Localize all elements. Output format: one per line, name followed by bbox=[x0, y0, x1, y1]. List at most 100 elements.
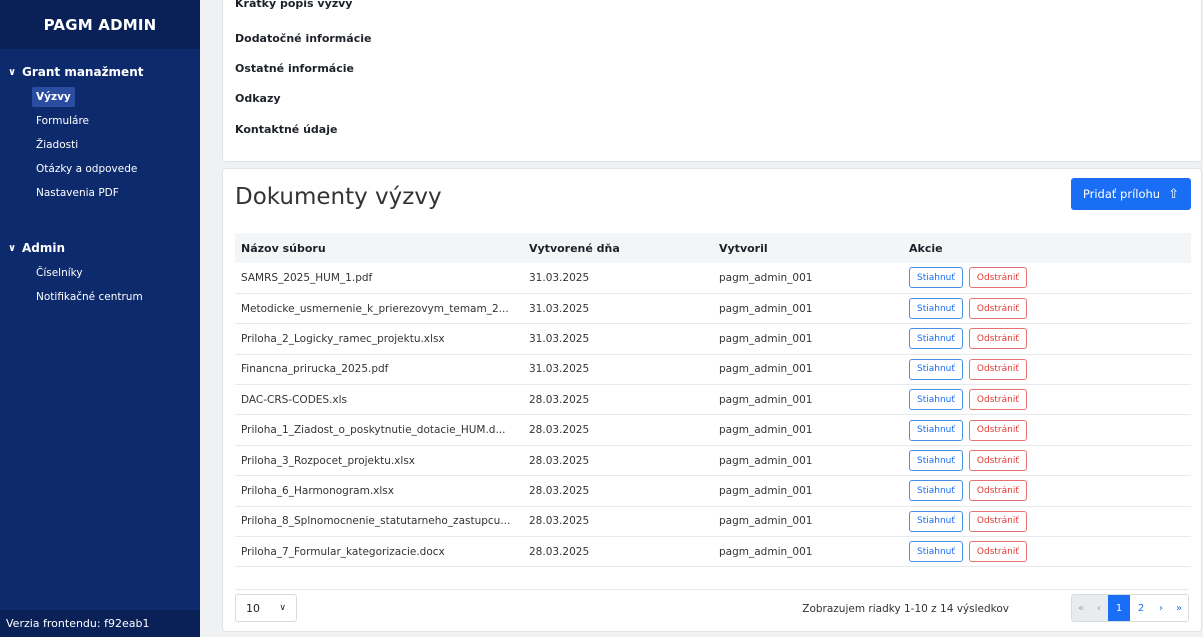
add-attachment-button[interactable]: Pridať prílohu ⇧ bbox=[1070, 178, 1191, 210]
cell-actions: Stiahnuť Odstrániť bbox=[903, 324, 1191, 354]
documents-title: Dokumenty výzvy bbox=[235, 184, 442, 210]
table-header-row: Názov súboru Vytvorené dňa Vytvoril Akci… bbox=[235, 233, 1191, 263]
cell-created: 28.03.2025 bbox=[529, 424, 590, 437]
sidebar-item-nastavenia-pdf[interactable]: Nastavenia PDF bbox=[0, 181, 200, 205]
cell-actions: Stiahnuť Odstrániť bbox=[903, 445, 1191, 475]
remove-button[interactable]: Odstrániť bbox=[968, 358, 1027, 380]
remove-button[interactable]: Odstrániť bbox=[968, 328, 1027, 350]
cell-author: pagm_admin_001 bbox=[719, 363, 813, 376]
sidebar-item-label: Nastavenia PDF bbox=[36, 187, 119, 199]
pagination-prev[interactable]: ‹ bbox=[1090, 595, 1108, 621]
sidebar-item-label: Notifikačné centrum bbox=[36, 291, 143, 303]
cell-created: 31.03.2025 bbox=[529, 363, 590, 376]
cell-actions: Stiahnuť Odstrániť bbox=[903, 476, 1191, 506]
sidebar-item-vyzvy[interactable]: Výzvy bbox=[0, 85, 200, 109]
sidebar: PAGM ADMIN ∨ Grant manažment Výzvy Formu… bbox=[0, 0, 200, 637]
sidebar-item-formulare[interactable]: Formuláre bbox=[0, 109, 200, 133]
nav-section-grant[interactable]: ∨ Grant manažment bbox=[0, 63, 200, 81]
cell-author: pagm_admin_001 bbox=[719, 393, 813, 406]
cell-actions: Stiahnuť Odstrániť bbox=[903, 293, 1191, 323]
documents-panel: Dokumenty výzvy Pridať prílohu ⇧ Názov s… bbox=[222, 168, 1202, 632]
info-links[interactable]: Odkazy bbox=[235, 92, 281, 105]
rows-info: Zobrazujem riadky 1-10 z 14 výsledkov bbox=[802, 603, 1009, 615]
remove-button[interactable]: Odstrániť bbox=[968, 267, 1027, 289]
info-other[interactable]: Ostatné informácie bbox=[235, 62, 354, 75]
pagination-first[interactable]: « bbox=[1072, 595, 1090, 621]
sidebar-item-label: Otázky a odpovede bbox=[36, 163, 138, 175]
cell-author: pagm_admin_001 bbox=[719, 484, 813, 497]
column-header-filename[interactable]: Názov súboru bbox=[235, 233, 523, 263]
table-row: Priloha_8_Splnomocnenie_statutarneho_zas… bbox=[235, 506, 1191, 537]
documents-table-body: SAMRS_2025_HUM_1.pdf 31.03.2025 pagm_admin… bbox=[235, 263, 1191, 567]
cell-author: pagm_admin_001 bbox=[719, 271, 813, 284]
nav-section-admin[interactable]: ∨ Admin bbox=[0, 239, 200, 257]
download-button[interactable]: Stiahnuť bbox=[909, 328, 963, 350]
page-size-value: 10 bbox=[246, 601, 260, 615]
chevron-down-icon: ∨ bbox=[8, 242, 17, 254]
download-button[interactable]: Stiahnuť bbox=[909, 389, 963, 411]
call-info-panel: Krátky popis výzvy Dodatočné informácie … bbox=[222, 0, 1202, 162]
cell-created: 31.03.2025 bbox=[529, 332, 590, 345]
download-button[interactable]: Stiahnuť bbox=[909, 450, 963, 472]
column-header-actions: Akcie bbox=[909, 241, 943, 255]
cell-author: pagm_admin_001 bbox=[719, 515, 813, 528]
nav-list-grant: Výzvy Formuláre Žiadosti Otázky a odpove… bbox=[0, 85, 200, 205]
cell-created: 31.03.2025 bbox=[529, 302, 590, 315]
cell-filename: Priloha_7_Formular_kategorizacie.docx bbox=[241, 545, 445, 558]
remove-button[interactable]: Odstrániť bbox=[968, 298, 1027, 320]
cell-filename: SAMRS_2025_HUM_1.pdf bbox=[241, 271, 373, 284]
cell-filename: Priloha_1_Ziadost_o_poskytnutie_dotacie_… bbox=[241, 424, 506, 437]
remove-button[interactable]: Odstrániť bbox=[968, 480, 1027, 502]
remove-button[interactable]: Odstrániť bbox=[968, 389, 1027, 411]
cell-author: pagm_admin_001 bbox=[719, 332, 813, 345]
info-contacts[interactable]: Kontaktné údaje bbox=[235, 123, 337, 136]
table-footer: 10 ∨ Zobrazujem riadky 1-10 z 14 výsledk… bbox=[235, 589, 1189, 622]
info-additional[interactable]: Dodatočné informácie bbox=[235, 32, 371, 45]
pagination-page-2[interactable]: 2 bbox=[1130, 595, 1152, 621]
download-button[interactable]: Stiahnuť bbox=[909, 480, 963, 502]
remove-button[interactable]: Odstrániť bbox=[968, 450, 1027, 472]
cell-actions: Stiahnuť Odstrániť bbox=[903, 415, 1191, 445]
documents-table: Názov súboru Vytvorené dňa Vytvoril Akci… bbox=[235, 233, 1191, 567]
cell-filename: Priloha_8_Splnomocnenie_statutarneho_zas… bbox=[241, 515, 511, 528]
download-button[interactable]: Stiahnuť bbox=[909, 298, 963, 320]
table-row: Priloha_6_Harmonogram.xlsx 28.03.2025 pagm… bbox=[235, 476, 1191, 507]
cell-filename: DAC-CRS-CODES.xls bbox=[241, 393, 348, 406]
info-short-description[interactable]: Krátky popis výzvy bbox=[235, 0, 352, 10]
pagination-page-1[interactable]: 1 bbox=[1108, 595, 1130, 621]
download-button[interactable]: Stiahnuť bbox=[909, 541, 963, 563]
remove-button[interactable]: Odstrániť bbox=[968, 541, 1027, 563]
table-row: Priloha_7_Formular_kategorizacie.docx 28.… bbox=[235, 537, 1191, 567]
page-size-select[interactable]: 10 ∨ bbox=[235, 594, 297, 622]
cell-actions: Stiahnuť Odstrániť bbox=[903, 263, 1191, 293]
sidebar-item-ziadosti[interactable]: Žiadosti bbox=[0, 133, 200, 157]
sidebar-item-otazky[interactable]: Otázky a odpovede bbox=[0, 157, 200, 181]
chevron-down-icon: ∨ bbox=[279, 603, 286, 613]
sidebar-item-ciselniky[interactable]: Číselníky bbox=[0, 261, 200, 285]
pagination-next[interactable]: › bbox=[1152, 595, 1170, 621]
column-header-author[interactable]: Vytvoril bbox=[713, 233, 903, 263]
cell-author: pagm_admin_001 bbox=[719, 545, 813, 558]
table-row: Priloha_3_Rozpocet_projektu.xlsx 28.03.20… bbox=[235, 445, 1191, 476]
cell-actions: Stiahnuť Odstrániť bbox=[903, 354, 1191, 384]
add-attachment-label: Pridať prílohu bbox=[1082, 187, 1161, 201]
download-button[interactable]: Stiahnuť bbox=[909, 419, 963, 441]
cell-created: 28.03.2025 bbox=[529, 484, 590, 497]
cell-filename: Metodicke_usmernenie_k_prierezovym_temam… bbox=[241, 302, 509, 315]
cell-created: 28.03.2025 bbox=[529, 454, 590, 467]
sidebar-item-notifikacne-centrum[interactable]: Notifikačné centrum bbox=[0, 285, 200, 309]
cell-created: 28.03.2025 bbox=[529, 545, 590, 558]
remove-button[interactable]: Odstrániť bbox=[968, 510, 1027, 532]
pagination: « ‹ 1 2 › » bbox=[1071, 594, 1189, 622]
download-button[interactable]: Stiahnuť bbox=[909, 510, 963, 532]
cell-created: 28.03.2025 bbox=[529, 515, 590, 528]
pagination-last[interactable]: » bbox=[1170, 595, 1188, 621]
cell-created: 31.03.2025 bbox=[529, 271, 590, 284]
cell-filename: Priloha_3_Rozpocet_projektu.xlsx bbox=[241, 454, 415, 467]
download-button[interactable]: Stiahnuť bbox=[909, 267, 963, 289]
download-button[interactable]: Stiahnuť bbox=[909, 358, 963, 380]
remove-button[interactable]: Odstrániť bbox=[968, 419, 1027, 441]
table-row: Metodicke_usmernenie_k_prierezovym_temam… bbox=[235, 293, 1191, 324]
table-row: SAMRS_2025_HUM_1.pdf 31.03.2025 pagm_admin… bbox=[235, 263, 1191, 294]
column-header-created[interactable]: Vytvorené dňa bbox=[523, 233, 713, 263]
